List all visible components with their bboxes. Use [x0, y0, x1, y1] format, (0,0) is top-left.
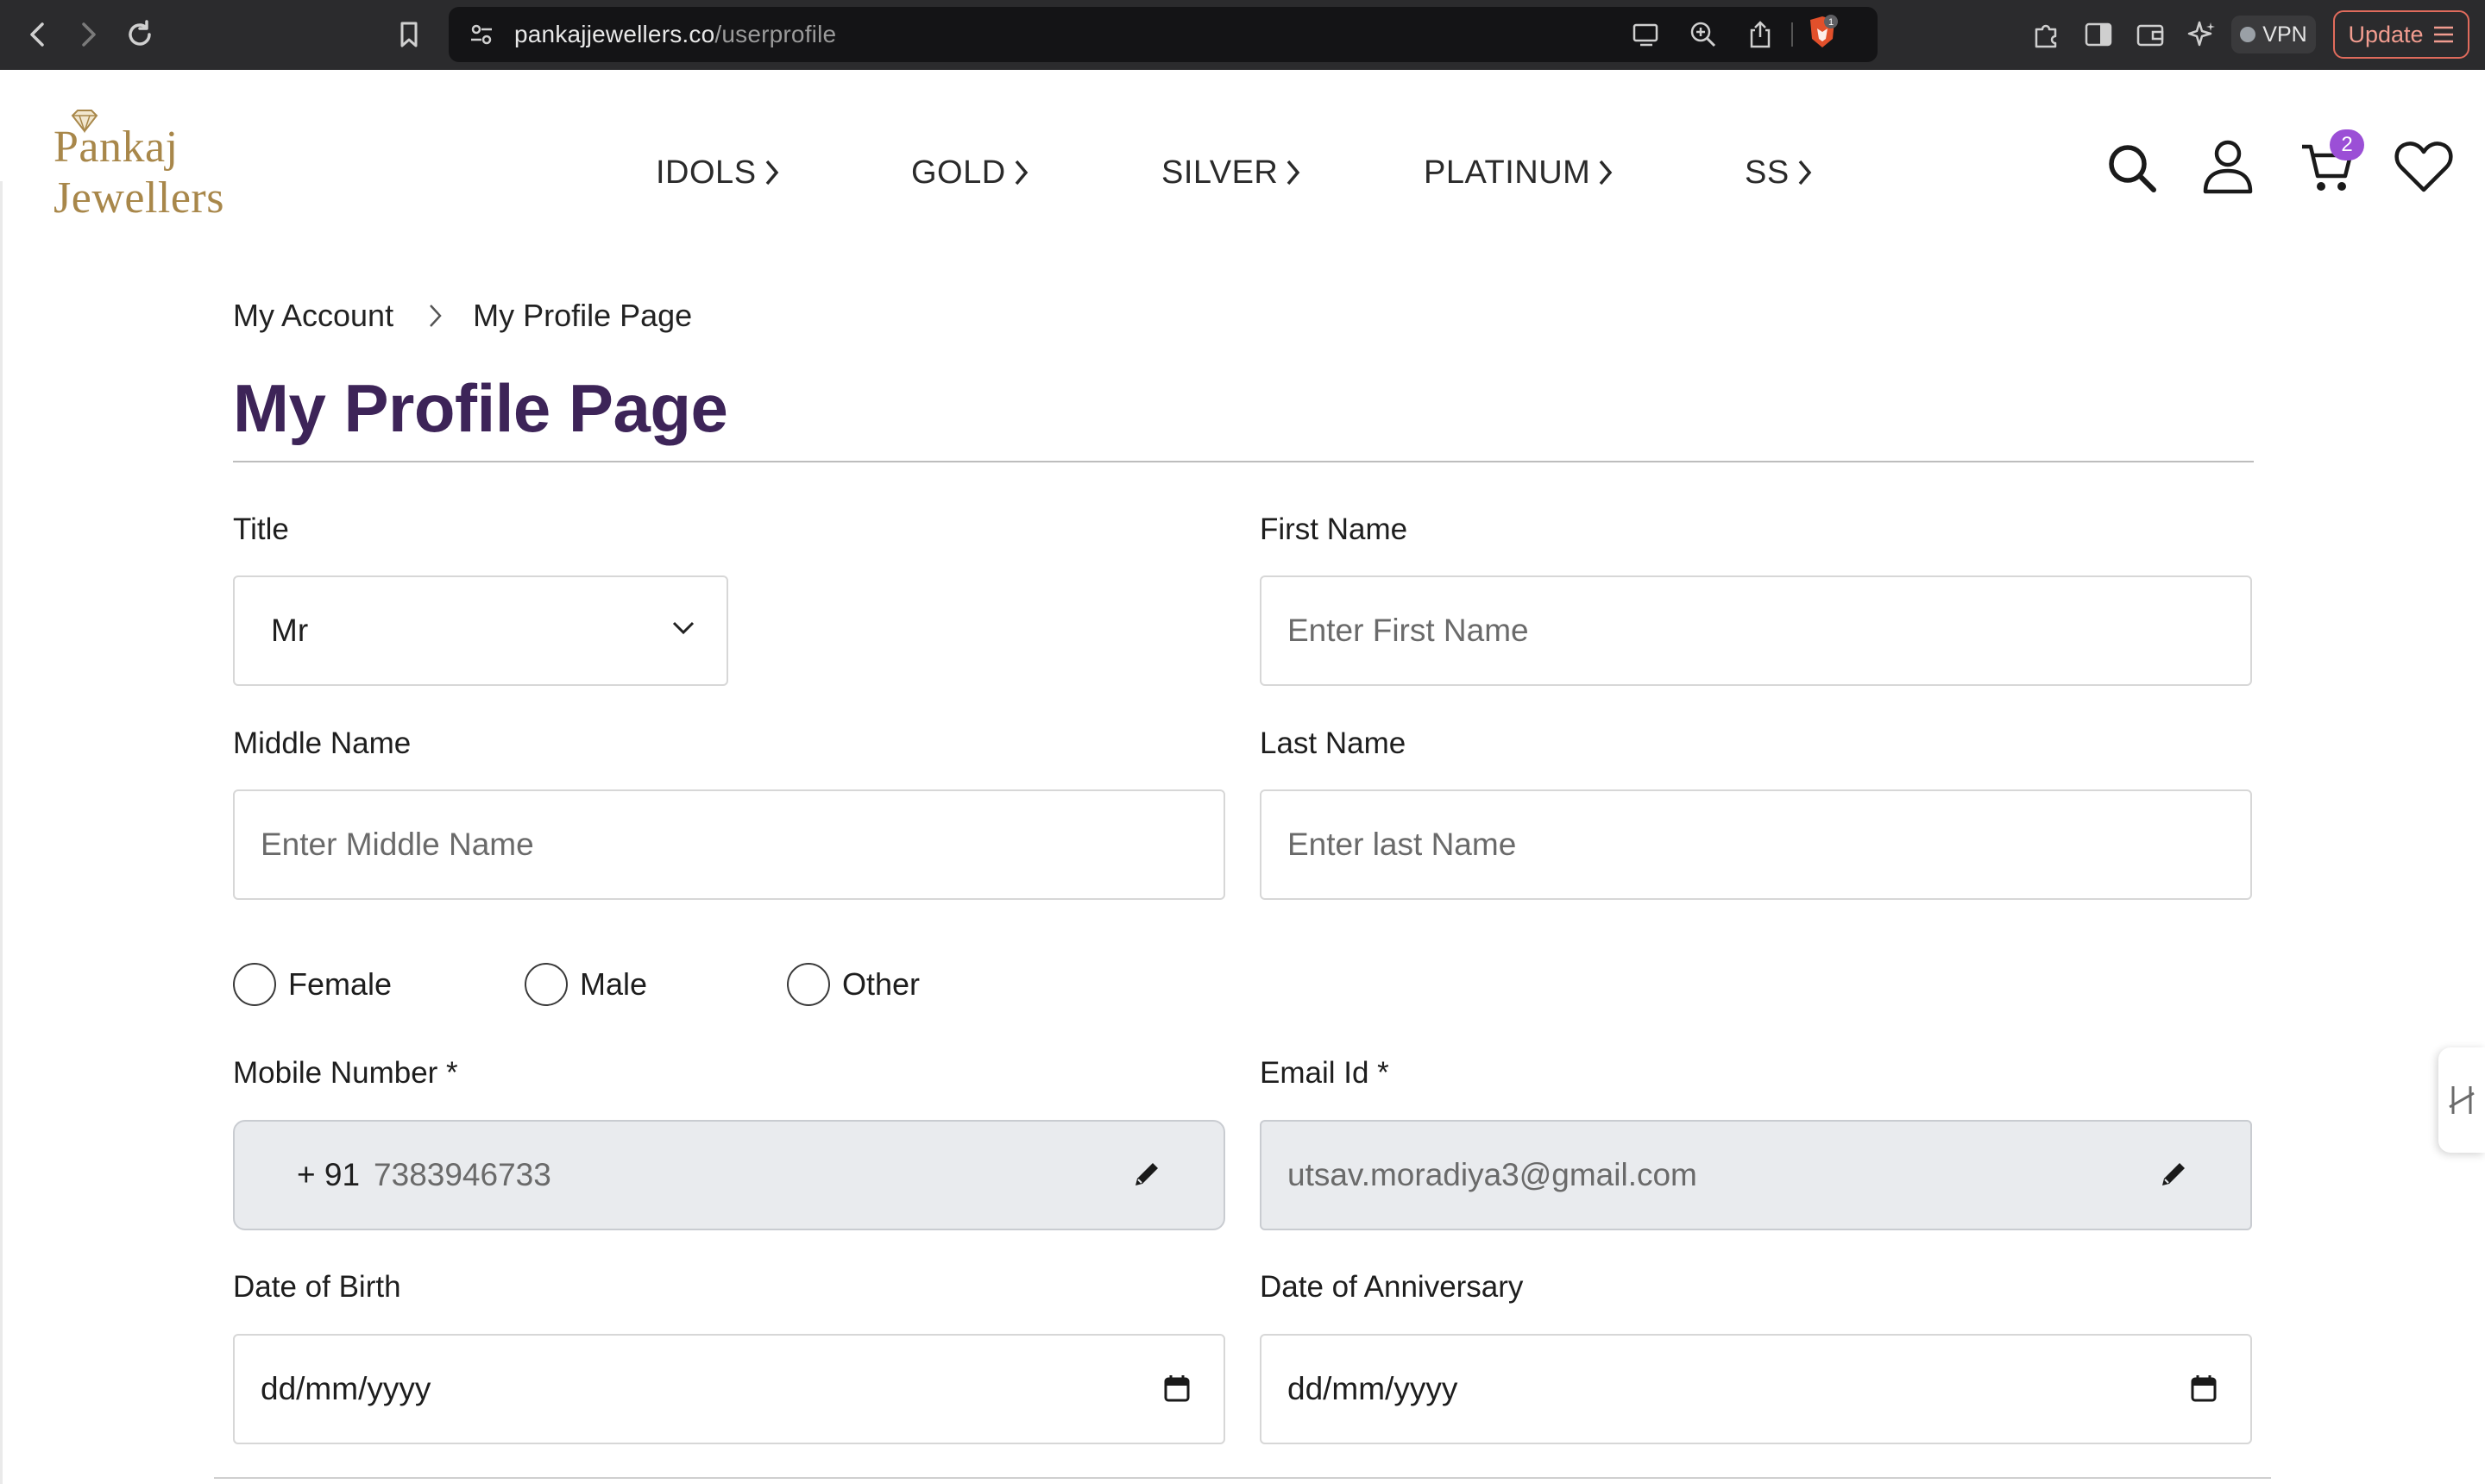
gender-male-radio[interactable]: Male	[525, 963, 647, 1006]
url-host: pankajjewellers.co	[514, 21, 715, 47]
last-name-input[interactable]: Enter last Name	[1260, 789, 2252, 900]
url-text[interactable]: pankajjewellers.co/userprofile	[514, 7, 836, 62]
cart-count-badge: 2	[2330, 129, 2364, 160]
chevron-right-icon	[765, 160, 778, 186]
dob-input[interactable]: dd/mm/yyyy	[233, 1334, 1225, 1444]
nav-label: PLATINUM	[1424, 154, 1591, 191]
logo-text: Pankaj Jewellers	[53, 123, 224, 223]
chevron-right-icon	[1798, 160, 1811, 186]
radio-label: Male	[580, 966, 648, 1002]
last-name-label: Last Name	[1260, 726, 1406, 760]
brave-shield-icon[interactable]: 1	[1805, 15, 1840, 50]
first-name-placeholder: Enter First Name	[1287, 613, 1529, 648]
page-edge	[0, 181, 3, 1484]
mobile-value: 7383946733	[374, 1157, 551, 1192]
email-label: Email Id *	[1260, 1056, 1389, 1090]
extension-badge: 1	[1828, 17, 1834, 28]
wishlist-heart-icon[interactable]	[2394, 140, 2454, 195]
reload-icon[interactable]	[123, 17, 157, 52]
nav-item-gold[interactable]: GOLD	[911, 147, 1030, 198]
gender-female-radio[interactable]: Female	[233, 963, 392, 1006]
email-input[interactable]: utsav.moradiya3@gmail.com	[1260, 1120, 2252, 1230]
nav-item-idols[interactable]: IDOLS	[656, 147, 781, 198]
vpn-status-icon	[2240, 27, 2256, 42]
gender-other-radio[interactable]: Other	[787, 963, 920, 1006]
nav-label: IDOLS	[656, 154, 757, 191]
back-icon[interactable]	[21, 17, 55, 52]
radio-label: Other	[842, 966, 921, 1002]
update-label: Update	[2348, 21, 2424, 47]
title-divider	[233, 461, 2254, 462]
forward-icon[interactable]	[71, 17, 105, 52]
cast-icon[interactable]	[1629, 17, 1664, 52]
country-code: + 91	[297, 1157, 361, 1192]
nav-item-platinum[interactable]: PLATINUM	[1424, 147, 1614, 198]
title-label: Title	[233, 512, 289, 546]
zoom-icon[interactable]	[1686, 17, 1721, 52]
dob-label: Date of Birth	[233, 1270, 401, 1304]
search-icon[interactable]	[2105, 141, 2159, 195]
title-select[interactable]: Mr	[233, 575, 728, 686]
browser-toolbar: pankajjewellers.co/userprofile 1 VPN Upd…	[0, 0, 2485, 70]
chevron-right-icon	[1287, 160, 1300, 186]
middle-name-input[interactable]: Enter Middle Name	[233, 789, 1225, 900]
sidebar-icon[interactable]	[2081, 17, 2116, 52]
nav-label: SS	[1745, 154, 1790, 191]
edit-pencil-icon[interactable]	[2157, 1158, 2190, 1191]
update-button[interactable]: Update	[2333, 10, 2469, 59]
radio-circle[interactable]	[525, 963, 568, 1006]
radio-circle[interactable]	[233, 963, 276, 1006]
calendar-icon[interactable]	[2190, 1374, 2218, 1403]
dob-placeholder: dd/mm/yyyy	[261, 1371, 431, 1406]
url-path: /userprofile	[714, 21, 837, 47]
breadcrumb-my-account-link[interactable]: My Account	[233, 298, 393, 334]
extensions-puzzle-icon[interactable]	[2029, 17, 2064, 52]
nav-item-silver[interactable]: SILVER	[1161, 147, 1302, 198]
divider	[1791, 22, 1793, 47]
nav-item-ss[interactable]: SS	[1745, 147, 1814, 198]
radio-circle[interactable]	[787, 963, 830, 1006]
site-settings-icon[interactable]	[464, 17, 499, 52]
first-name-label: First Name	[1260, 512, 1408, 546]
anniversary-input[interactable]: dd/mm/yyyy	[1260, 1334, 2252, 1444]
chevron-right-icon	[1599, 160, 1613, 186]
share-icon[interactable]	[1743, 17, 1777, 52]
address-bar[interactable]: pankajjewellers.co/userprofile 1	[449, 7, 1878, 62]
bookmark-icon[interactable]	[392, 17, 426, 52]
radio-label: Female	[288, 966, 393, 1002]
wallet-icon[interactable]	[2133, 17, 2167, 52]
chevron-down-icon	[671, 620, 695, 636]
section-divider	[214, 1477, 2271, 1479]
account-icon[interactable]	[2200, 138, 2255, 195]
mobile-label: Mobile Number *	[233, 1056, 458, 1090]
vpn-label: VPN	[2262, 22, 2307, 47]
breadcrumb: My Account My Profile Page	[233, 293, 692, 338]
edit-pencil-icon[interactable]	[1130, 1158, 1163, 1191]
calendar-icon[interactable]	[1163, 1374, 1191, 1403]
site-logo[interactable]: Pankaj Jewellers	[53, 110, 347, 223]
page-title: My Profile Page	[233, 370, 728, 446]
first-name-input[interactable]: Enter First Name	[1260, 575, 2252, 686]
title-select-value: Mr	[271, 613, 309, 648]
anniversary-label: Date of Anniversary	[1260, 1270, 1524, 1304]
leo-ai-icon[interactable]	[2185, 17, 2219, 52]
vpn-button[interactable]: VPN	[2231, 16, 2316, 53]
last-name-placeholder: Enter last Name	[1287, 827, 1517, 862]
breadcrumb-current: My Profile Page	[473, 298, 693, 333]
floating-helper-widget[interactable]	[2438, 1047, 2485, 1153]
chevron-right-icon	[428, 303, 444, 329]
email-value: utsav.moradiya3@gmail.com	[1287, 1157, 1697, 1192]
middle-name-label: Middle Name	[233, 726, 412, 760]
helper-widget-icon	[2449, 1086, 2475, 1114]
mobile-input[interactable]: + 91 7383946733	[233, 1120, 1225, 1230]
anniversary-placeholder: dd/mm/yyyy	[1287, 1371, 1458, 1406]
menu-icon	[2433, 26, 2453, 43]
nav-label: GOLD	[911, 154, 1006, 191]
middle-name-placeholder: Enter Middle Name	[261, 827, 534, 862]
chevron-right-icon	[1015, 160, 1028, 186]
nav-label: SILVER	[1161, 154, 1279, 191]
